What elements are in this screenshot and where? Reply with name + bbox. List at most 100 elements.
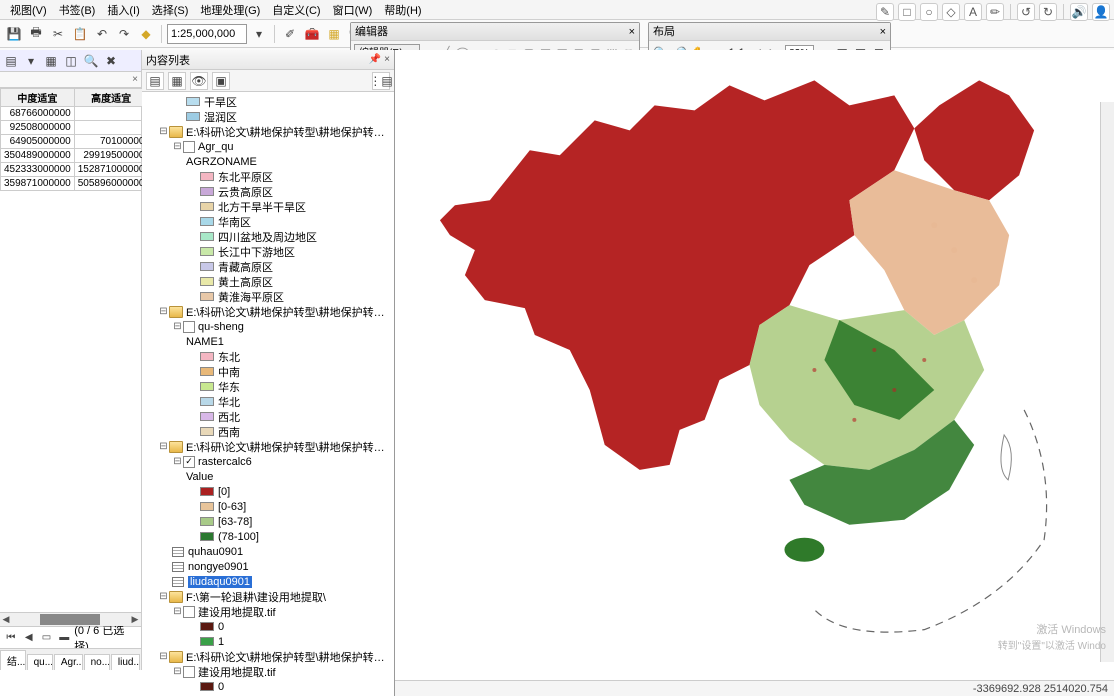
table-t6-icon[interactable]: ✖ (102, 52, 120, 70)
toc-label[interactable]: 黄淮海平原区 (218, 289, 284, 305)
toc-row[interactable]: ⊟ 建设用地提取.tif (142, 664, 394, 679)
text-icon[interactable]: A (964, 3, 982, 21)
expand-icon[interactable]: ⊟ (158, 441, 169, 452)
scroll-left-icon[interactable]: ◀ (0, 613, 12, 626)
map-canvas[interactable] (395, 50, 1114, 680)
toc-row[interactable]: 湿润区 (142, 109, 394, 124)
table-t2-icon[interactable]: ▾ (22, 52, 40, 70)
toc-label[interactable]: 1 (218, 636, 224, 648)
toc-row[interactable]: NAME1 (142, 334, 394, 349)
expand-icon[interactable]: ⊟ (158, 591, 169, 602)
toc-label[interactable]: 东北平原区 (218, 169, 273, 185)
toc-row[interactable]: Value (142, 469, 394, 484)
expand-icon[interactable]: ⊟ (158, 651, 169, 662)
editor-toolbar-icon[interactable]: ✐ (280, 24, 300, 44)
toc-row[interactable]: ⊟E:\科研\论文\耕地保护转型\耕地保护转型数据\耕地保 (142, 304, 394, 319)
toc-list-by-visibility-icon[interactable]: 👁 (190, 72, 208, 90)
toc-row[interactable]: ⊟ qu-sheng (142, 319, 394, 334)
toc-row[interactable]: 华南区 (142, 214, 394, 229)
catalog-icon[interactable]: ▦ (324, 24, 344, 44)
toc-row[interactable]: 四川盆地及周边地区 (142, 229, 394, 244)
toc-row[interactable]: ⊟ Agr_qu (142, 139, 394, 154)
toc-label[interactable]: quhau0901 (188, 546, 243, 558)
toc-row[interactable]: [0-63] (142, 499, 394, 514)
save-icon[interactable]: 💾 (4, 24, 24, 44)
expand-icon[interactable]: ⊟ (172, 606, 183, 617)
expand-icon[interactable]: ⊟ (172, 141, 183, 152)
toc-row[interactable]: 干旱区 (142, 94, 394, 109)
toc-row[interactable]: 西南 (142, 424, 394, 439)
toc-label[interactable]: Agr_qu (198, 141, 233, 153)
table-opts-icon[interactable]: ▤ (2, 52, 20, 70)
toc-row[interactable]: [63-78] (142, 514, 394, 529)
toc-label[interactable]: [0-63] (218, 501, 246, 513)
first-rec-icon[interactable]: ⏮ (3, 630, 19, 646)
expand-icon[interactable]: ⊟ (172, 321, 183, 332)
print-icon[interactable]: 🖶 (26, 24, 46, 44)
toc-row[interactable]: 青藏高原区 (142, 259, 394, 274)
table-tab[interactable]: liud... (111, 654, 140, 670)
toc-label[interactable]: E:\科研\论文\耕地保护转型\耕地保护转型数据\耕地保 (186, 304, 390, 320)
toc-row[interactable]: ⊟ 建设用地提取.tif (142, 604, 394, 619)
sel-rec-icon[interactable]: ▬ (56, 630, 72, 646)
toc-label[interactable]: 云贵高原区 (218, 184, 273, 200)
attribute-table[interactable]: 中度适宜高度适宜 68766000000 92508000000 6490500… (0, 88, 141, 191)
edit-icon[interactable]: ✏ (986, 3, 1004, 21)
toc-label[interactable]: E:\科研\论文\耕地保护转型\耕地保护转型数据\耕地保 (186, 439, 390, 455)
expand-icon[interactable]: ⊟ (172, 456, 183, 467)
toc-label[interactable]: E:\科研\论文\耕地保护转型\耕地保护转型数据\耕地保 (186, 649, 390, 665)
menu-geoprocessing[interactable]: 地理处理(G) (194, 2, 266, 18)
sound-icon[interactable]: 🔊 (1070, 3, 1088, 21)
toc-row[interactable]: 华北 (142, 394, 394, 409)
expand-icon[interactable]: ⊟ (172, 666, 183, 677)
toc-row[interactable]: ⊟ E:\科研\论文\耕地保护转型\耕地保护转型数据\耕地保 (142, 439, 394, 454)
scroll-thumb[interactable] (40, 614, 100, 625)
toc-label[interactable]: rastercalc6 (198, 456, 252, 468)
toc-label[interactable]: 四川盆地及周边地区 (218, 229, 317, 245)
toc-label[interactable]: nongye0901 (188, 561, 249, 573)
toc-label[interactable]: [0] (218, 486, 230, 498)
table-tab[interactable]: Agr... (54, 654, 83, 670)
menu-window[interactable]: 窗口(W) (327, 2, 379, 18)
toc-label[interactable]: 西北 (218, 409, 240, 425)
toc-label[interactable]: (78-100] (218, 531, 259, 543)
toc-row[interactable]: 西北 (142, 409, 394, 424)
toc-label[interactable]: 黄土高原区 (218, 274, 273, 290)
layer-checkbox[interactable] (183, 666, 195, 678)
toc-row[interactable]: 东北 (142, 349, 394, 364)
toc-row[interactable]: 东北平原区 (142, 169, 394, 184)
toc-label[interactable]: qu-sheng (198, 321, 244, 333)
toc-label[interactable]: Value (186, 471, 213, 483)
diamond-icon[interactable]: ◇ (942, 3, 960, 21)
map-vscroll[interactable] (1100, 102, 1114, 662)
pencil-icon[interactable]: ✎ (876, 3, 894, 21)
toc-pin-icon[interactable]: 📌 × (369, 54, 390, 65)
table-tab[interactable]: no... (84, 654, 110, 670)
table-tab[interactable]: 结... (0, 650, 26, 670)
toc-label[interactable]: NAME1 (186, 336, 224, 348)
layer-checkbox[interactable] (183, 141, 195, 153)
toc-label[interactable]: 建设用地提取.tif (198, 664, 276, 680)
toc-row[interactable]: 中南 (142, 364, 394, 379)
redo-icon[interactable]: ↻ (1039, 3, 1057, 21)
paste-icon[interactable]: 📋 (70, 24, 90, 44)
toolbox-icon[interactable]: 🧰 (302, 24, 322, 44)
undo2-icon[interactable]: ↶ (92, 24, 112, 44)
toc-list-by-drawing-icon[interactable]: ▤ (146, 72, 164, 90)
toc-row[interactable]: ⊟F:\第一轮退耕\建设用地提取\ (142, 589, 394, 604)
toc-label[interactable]: 建设用地提取.tif (198, 604, 276, 620)
table-t4-icon[interactable]: ◫ (62, 52, 80, 70)
menu-help[interactable]: 帮助(H) (378, 2, 427, 18)
toc-tree[interactable]: 干旱区湿润区⊟E:\科研\论文\耕地保护转型\耕地保护转型数据\耕地保⊟Agr_… (142, 92, 394, 696)
table-close-icon[interactable]: × (132, 74, 138, 85)
layout-close-icon[interactable]: × (880, 23, 886, 40)
toc-label[interactable]: 长江中下游地区 (218, 244, 295, 260)
layer-checkbox[interactable] (183, 321, 195, 333)
toc-label[interactable]: 东北 (218, 349, 240, 365)
col-header-1[interactable]: 中度适宜 (1, 89, 75, 107)
toc-label[interactable]: 北方干旱半干旱区 (218, 199, 306, 215)
toc-row[interactable]: 长江中下游地区 (142, 244, 394, 259)
cut-icon[interactable]: ✂ (48, 24, 68, 44)
all-rec-icon[interactable]: ▭ (39, 630, 55, 646)
menu-view[interactable]: 视图(V) (4, 2, 53, 18)
